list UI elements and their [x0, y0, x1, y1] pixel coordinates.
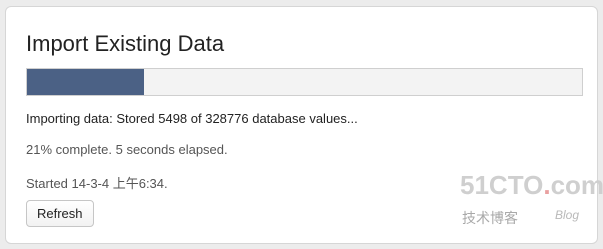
- watermark-blog-label: Blog: [555, 208, 580, 222]
- watermark-logo: 51CTO.com: [460, 172, 603, 198]
- import-status-text: Importing data: Stored 5498 of 328776 da…: [26, 111, 358, 126]
- watermark-subtitle: 技术博客: [462, 211, 518, 227]
- progress-fill: [27, 69, 144, 95]
- watermark-brand-dot: .: [543, 170, 551, 200]
- watermark-brand-prefix: 51CTO: [460, 170, 544, 200]
- started-time-text: Started 14-3-4 上午6:34.: [26, 176, 168, 191]
- refresh-button[interactable]: Refresh: [26, 200, 94, 227]
- watermark-brand-suffix: com: [550, 170, 603, 200]
- progress-percent-text: 21% complete. 5 seconds elapsed.: [26, 142, 228, 157]
- import-progress-bar: [26, 68, 583, 96]
- site-watermark: 51CTO.com 技术博客 Blog: [460, 172, 603, 232]
- dialog-title: Import Existing Data: [26, 31, 225, 56]
